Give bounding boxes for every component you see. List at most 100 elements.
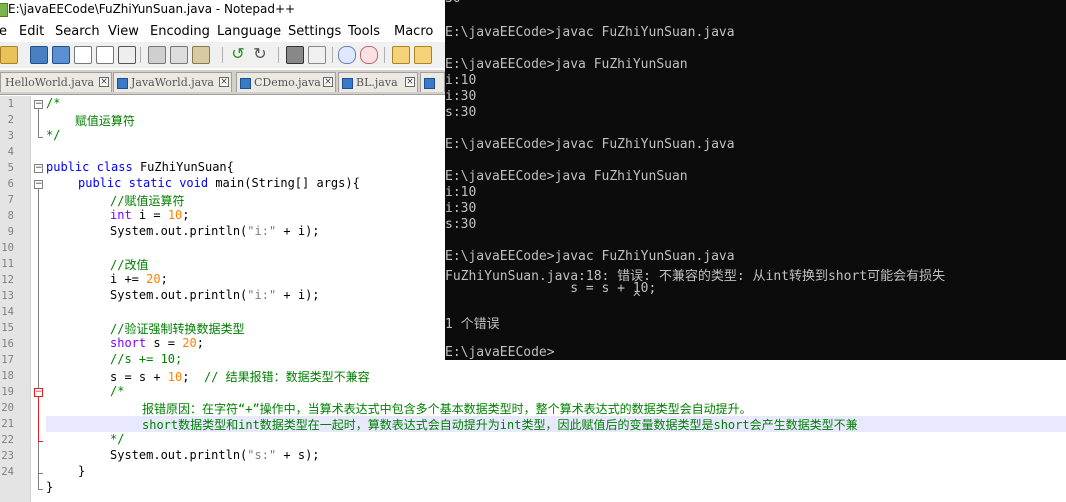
number-literal: 20 <box>146 272 161 286</box>
print-icon[interactable] <box>118 46 136 64</box>
menu-language[interactable]: Language <box>217 24 281 39</box>
line-number: 23 <box>1 450 14 462</box>
tab-bl[interactable]: BL.java × <box>338 72 418 92</box>
code-line: } <box>78 464 86 478</box>
save-all-icon[interactable] <box>52 46 70 64</box>
string-literal: "s:" <box>247 448 277 462</box>
word-wrap-icon[interactable] <box>414 46 432 64</box>
open-file-icon[interactable] <box>0 46 18 64</box>
toolbar-separator <box>278 47 279 63</box>
keyword: public <box>46 160 90 174</box>
number-literal: 20 <box>182 336 197 350</box>
tab-label: HelloWorld.java <box>5 76 94 89</box>
line-number: 16 <box>1 338 14 350</box>
fold-toggle-icon[interactable]: − <box>34 164 43 173</box>
code-text: System.out.println( <box>110 224 248 238</box>
menu-encoding[interactable]: Encoding <box>150 24 210 39</box>
fold-line <box>38 109 39 137</box>
save-icon[interactable] <box>30 46 48 64</box>
copy-icon[interactable] <box>170 46 188 64</box>
undo-icon[interactable]: ↺ <box>230 46 246 62</box>
menu-edit[interactable]: Edit <box>19 24 44 39</box>
find-icon[interactable] <box>286 46 304 64</box>
console-line: i:10 <box>445 73 477 88</box>
fold-end <box>38 473 43 474</box>
fold-margin: − − − − <box>31 96 46 502</box>
code-line: System.out.println("i:" + i); <box>110 224 320 238</box>
line-number: 20 <box>1 402 14 414</box>
code-line: short s = 20; <box>110 336 204 350</box>
close-tab-icon[interactable]: × <box>323 77 333 87</box>
paste-icon[interactable] <box>192 46 210 64</box>
console-line: E:\javaEECode>javac FuZhiYunSuan.java <box>445 137 735 152</box>
menu-macro[interactable]: Macro <box>394 24 433 39</box>
line-number: 18 <box>1 370 14 382</box>
fold-toggle-icon[interactable]: − <box>34 100 43 109</box>
line-number: 17 <box>1 354 14 366</box>
menu-settings[interactable]: Settings <box>288 24 341 39</box>
string-literal: "i:" <box>247 224 277 238</box>
fold-end <box>38 137 43 138</box>
console-line: E:\javaEECode>javac FuZhiYunSuan.java <box>445 25 735 40</box>
fold-toggle-icon[interactable]: − <box>34 180 43 189</box>
replace-icon[interactable] <box>308 46 326 64</box>
zoom-out-icon[interactable] <box>360 46 378 64</box>
close-tab-icon[interactable]: × <box>405 77 415 87</box>
code-text: System.out.println( <box>110 448 248 462</box>
sync-scroll-icon[interactable] <box>392 46 410 64</box>
tab-partial[interactable] <box>420 72 445 92</box>
zoom-in-icon[interactable] <box>338 46 356 64</box>
console-line: s:30 <box>445 217 477 232</box>
line-number: 1 <box>7 98 14 110</box>
code-line: short数据类型和int数据类型在一起时，算数表达式会自动提升为int类型，因… <box>142 418 858 432</box>
code-line: int i = 10; <box>110 208 190 222</box>
keyword: static <box>128 176 172 190</box>
string-literal: "i:" <box>247 288 277 302</box>
menu-search[interactable]: Search <box>55 24 100 39</box>
console-line: 30 <box>445 0 461 6</box>
keyword: public <box>78 176 122 190</box>
fold-line <box>38 189 39 489</box>
window-title: E:\javaEECode\FuZhiYunSuan.java - Notepa… <box>8 2 296 16</box>
type-keyword: short <box>110 336 147 350</box>
console-line: i:10 <box>445 185 477 200</box>
keyword: void <box>179 176 209 190</box>
tab-javaworld[interactable]: JavaWorld.java × <box>113 72 232 92</box>
redo-icon[interactable]: ↻ <box>252 46 268 62</box>
fold-toggle-icon[interactable]: − <box>34 388 43 397</box>
line-number-gutter: 1 2 3 4 5 6 7 8 9 10 11 12 13 14 15 16 1… <box>0 96 31 502</box>
close-tab-icon[interactable]: × <box>99 77 109 87</box>
file-icon <box>424 77 435 89</box>
line-number: 13 <box>1 290 14 302</box>
code-text: ; <box>182 208 190 222</box>
tab-helloworld[interactable]: HelloWorld.java × <box>0 72 112 92</box>
code-line: */ <box>110 432 125 446</box>
line-number: 2 <box>7 114 14 126</box>
close-tab-icon[interactable]: × <box>219 77 229 87</box>
menu-view[interactable]: View <box>108 24 139 39</box>
tab-cdemo[interactable]: CDemo.java × <box>236 72 336 92</box>
fold-end <box>38 489 43 490</box>
line-number: 7 <box>7 194 14 206</box>
code-line: System.out.println("s:" + s); <box>110 448 320 462</box>
cut-icon[interactable] <box>148 46 166 64</box>
close-all-icon[interactable] <box>96 46 114 64</box>
line-number: 19 <box>1 386 14 398</box>
toolbar-separator <box>140 47 141 63</box>
number-literal: 10 <box>167 370 183 384</box>
code-text: i += <box>110 272 147 286</box>
close-file-icon[interactable] <box>74 46 92 64</box>
code-line: } <box>46 480 54 494</box>
line-number: 14 <box>1 306 14 318</box>
menu-tools[interactable]: Tools <box>348 24 380 39</box>
line-number: 3 <box>7 130 14 142</box>
type-keyword: int <box>110 208 132 222</box>
code-line: //s += 10; <box>110 352 183 366</box>
console-line: E:\javaEECode>java FuZhiYunSuan <box>445 169 688 184</box>
cmd-console-window[interactable]: 30 E:\javaEECode>javac FuZhiYunSuan.java… <box>445 0 1066 360</box>
console-prompt: E:\javaEECode> <box>445 345 555 360</box>
toolbar-separator <box>384 47 385 63</box>
file-icon <box>117 77 128 89</box>
code-text: ; <box>182 370 204 384</box>
menu-file[interactable]: e <box>0 24 7 39</box>
